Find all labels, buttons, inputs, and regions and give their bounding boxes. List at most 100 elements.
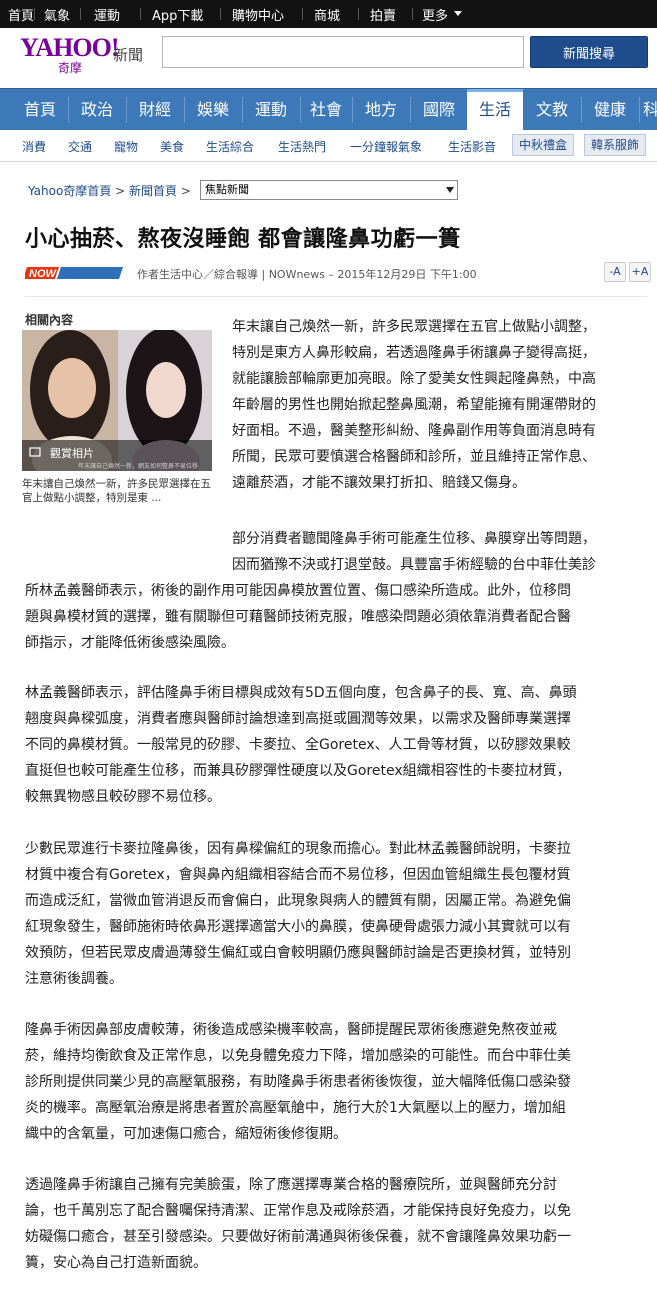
divider xyxy=(184,97,185,123)
divider xyxy=(581,97,582,123)
divider xyxy=(34,8,35,20)
related-photo[interactable]: 觀賞相片 年末讓自己煥然一新，網友如何整鼻不易位移 xyxy=(22,330,212,471)
paragraph-line: 遠離菸酒，才能不讓效果打折扣、賠錢又傷身。 xyxy=(232,475,526,491)
divider xyxy=(25,296,647,297)
paragraph-line: 織中的含氧量，可加速傷口癒合，縮短術後修復期。 xyxy=(25,1126,347,1142)
related-title: 相關內容 xyxy=(25,313,74,327)
paragraph-line: 論，也千萬別忘了配合醫囑保持清潔、正常作息及戒除菸酒，才能保持良好免疫力，以免 xyxy=(25,1203,571,1219)
nav-item-life[interactable]: 生活 xyxy=(467,89,523,130)
paragraph-line: 注意術後調養。 xyxy=(25,971,123,987)
paragraph-line: 翹度與鼻樑弧度，消費者應與醫師討論想達到高挺或圓潤等效果，以需求及醫師專業選擇 xyxy=(25,711,571,727)
chevron-down-icon[interactable] xyxy=(454,11,462,16)
divider xyxy=(300,97,301,123)
search-input[interactable] xyxy=(162,36,524,68)
nav-item-education[interactable]: 文教 xyxy=(525,89,579,130)
paragraph-line: 診所則提供同業少見的高壓氧服務，有助隆鼻手術患者術後恢復，並大幅降低傷口感染發 xyxy=(25,1074,571,1090)
paragraph-line: 林孟義醫師表示，評估隆鼻手術目標與成效有5D五個向度，包含鼻子的長、寬、高、鼻頭 xyxy=(25,685,577,701)
paragraph-line: 年齡層的男性也開始掀起整鼻風潮，希望能擁有開運帶財的 xyxy=(232,397,596,413)
paragraph-line: 直挺但也較可能產生位移，而兼具矽膠彈性硬度以及Goretex組織相容性的卡麥拉材… xyxy=(25,763,571,779)
article-paragraph-5: 隆鼻手術因鼻部皮膚較薄，術後造成感染機率較高，醫師提醒民眾術後應避免熬夜並戒 菸… xyxy=(25,1017,571,1147)
logo-text: YAHOO! xyxy=(20,33,119,62)
article-paragraph-2: 部分消費者聽聞隆鼻手術可能產生位移、鼻膜穿出等問題， 因而猶豫不決或打退堂鼓。具… xyxy=(25,526,596,656)
divider xyxy=(410,97,411,123)
article-paragraph-3: 林孟義醫師表示，評估隆鼻手術目標與成效有5D五個向度，包含鼻子的長、寬、高、鼻頭… xyxy=(25,680,577,810)
category-select-value: 焦點新聞 xyxy=(205,183,249,196)
font-smaller-button[interactable]: -A xyxy=(604,262,626,282)
nav-item-international[interactable]: 國際 xyxy=(412,89,466,130)
category-select[interactable]: 焦點新聞 xyxy=(200,180,458,200)
divider xyxy=(68,97,69,123)
breadcrumb-news[interactable]: 新聞首頁 xyxy=(129,184,177,198)
paragraph-line: 特別是東方人鼻形較扁，若透過隆鼻手術讓鼻子變得高挺， xyxy=(232,345,596,361)
subnav-item-life-general[interactable]: 生活綜合 xyxy=(206,138,254,155)
paragraph-line: 所聞，民眾可要慎選合格醫師和診所，並且維持正常作息、 xyxy=(232,449,596,465)
article-paragraph-1: 年末讓自己煥然一新，許多民眾選擇在五官上做點小調整， 特別是東方人鼻形較扁，若透… xyxy=(232,314,596,496)
breadcrumb-separator: > xyxy=(180,184,191,198)
divider xyxy=(80,8,81,20)
paragraph-line: 簣，安心為自己打造新面貌。 xyxy=(25,1255,207,1271)
topbar-item-weather[interactable]: 氣象 xyxy=(44,5,70,24)
subnav-item-traffic[interactable]: 交通 xyxy=(68,138,92,155)
nav-item-finance[interactable]: 財經 xyxy=(128,89,182,130)
subnav-item-food[interactable]: 美食 xyxy=(160,138,184,155)
sub-nav: 消費 交通 寵物 美食 生活綜合 生活熱門 一分鐘報氣象 生活影音 中秋禮盒 韓… xyxy=(0,130,657,162)
yahoo-logo[interactable]: YAHOO! 奇摩 新聞 xyxy=(20,33,143,75)
divider xyxy=(358,8,359,20)
article-paragraph-4: 少數民眾進行卡麥拉隆鼻後，因有鼻樑偏紅的現象而擔心。對此林孟義醫師說明，卡麥拉 … xyxy=(25,836,571,992)
subnav-item-weather-minute[interactable]: 一分鐘報氣象 xyxy=(350,138,422,155)
topbar-item-home[interactable]: 首頁 xyxy=(8,5,34,24)
paragraph-line: 因而猶豫不決或打退堂鼓。具豐富手術經驗的台中菲仕美診 xyxy=(232,557,596,573)
breadcrumb: Yahoo奇摩首頁 > 新聞首頁 > xyxy=(28,182,191,199)
nownews-logo[interactable]: NOWnews xyxy=(25,264,123,282)
topbar-item-more[interactable]: 更多 xyxy=(422,5,448,24)
subnav-item-consumer[interactable]: 消費 xyxy=(22,138,46,155)
logo-sub: 奇摩 xyxy=(58,61,83,75)
nav-item-sports[interactable]: 運動 xyxy=(244,89,298,130)
subnav-promo-mooncake[interactable]: 中秋禮盒 xyxy=(512,134,575,156)
paragraph-line: 而造成泛紅，當微血管消退反而會偏白，此現象與病人的體質有關，因屬正常。為避免偏 xyxy=(25,893,571,909)
font-larger-button[interactable]: +A xyxy=(629,262,651,282)
breadcrumb-home[interactable]: Yahoo奇摩首頁 xyxy=(28,184,111,198)
paragraph-line: 年末讓自己煥然一新，許多民眾選擇在五官上做點小調整， xyxy=(232,319,596,335)
subnav-promo-korean-fashion[interactable]: 韓系服飾 xyxy=(584,134,647,156)
nav-item-home[interactable]: 首頁 xyxy=(14,89,66,130)
topbar-item-mall[interactable]: 商城 xyxy=(314,5,340,24)
paragraph-line: 師指示，才能降低術後感染風險。 xyxy=(25,635,235,651)
chevron-down-icon xyxy=(446,187,454,193)
paragraph-line: 較無異物感且較矽膠不易位移。 xyxy=(25,789,221,805)
paragraph-line: 就能讓臉部輪廓更加亮眼。除了愛美女性興起隆鼻熱，中高 xyxy=(232,371,596,387)
topbar-item-shopping[interactable]: 購物中心 xyxy=(232,5,284,24)
article-title: 小心抽菸、熬夜沒睡飽 都會讓隆鼻功虧一簣 xyxy=(25,226,461,252)
topbar-item-auction[interactable]: 拍賣 xyxy=(370,5,396,24)
nav-item-local[interactable]: 地方 xyxy=(354,89,408,130)
topbar-item-sports[interactable]: 運動 xyxy=(94,5,120,24)
nav-item-entertainment[interactable]: 娛樂 xyxy=(186,89,240,130)
section-label: 新聞 xyxy=(113,46,144,64)
paragraph-line: 炎的機率。高壓氧治療是將患者置於高壓氧艙中，施行大於1大氣壓以上的壓力，增加組 xyxy=(25,1100,566,1116)
related-caption[interactable]: 年末讓自己煥然一新，許多民眾選擇在五官上做點小調整，特別是東 ... xyxy=(22,477,212,505)
divider xyxy=(220,8,221,20)
nav-item-society[interactable]: 社會 xyxy=(302,89,350,130)
main-nav: 首頁 政治 財經 娛樂 運動 社會 地方 國際 生活 文教 健康 科 xyxy=(0,88,657,130)
paragraph-line: 所林孟義醫師表示，術後的副作用可能因鼻模放置位置、傷口感染所造成。此外，位移問 xyxy=(25,583,571,599)
divider xyxy=(242,97,243,123)
paragraph-line: 部分消費者聽聞隆鼻手術可能產生位移、鼻膜穿出等問題， xyxy=(232,531,596,547)
paragraph-line: 題與鼻模材質的選擇，雖有關聯但可藉醫師技術克服，唯感染問題必須依靠消費者配合醫 xyxy=(25,609,571,625)
topbar-item-app[interactable]: App下載 xyxy=(152,5,203,24)
top-bar: 首頁 氣象 運動 App下載 購物中心 商城 拍賣 更多 xyxy=(0,0,657,28)
nav-item-health[interactable]: 健康 xyxy=(583,89,637,130)
divider xyxy=(302,8,303,20)
article-byline: 作者生活中心／綜合報導 | NOWnews – 2015年12月29日 下午1:… xyxy=(137,268,477,281)
subnav-item-life-video[interactable]: 生活影音 xyxy=(448,138,496,155)
nav-item-tech[interactable]: 科 xyxy=(643,89,657,130)
search-button[interactable]: 新聞搜尋 xyxy=(530,36,648,68)
paragraph-line: 少數民眾進行卡麥拉隆鼻後，因有鼻樑偏紅的現象而擔心。對此林孟義醫師說明，卡麥拉 xyxy=(25,841,571,857)
subnav-item-life-hot[interactable]: 生活熱門 xyxy=(278,138,326,155)
paragraph-line: 好面相。不過，醫美整形糾紛、隆鼻副作用等負面消息時有 xyxy=(232,423,596,439)
divider xyxy=(639,97,640,123)
paragraph-line: 菸，維持均衡飲食及正常作息，以免身體免疫力下降，增加感染的可能性。而台中菲仕美 xyxy=(25,1048,571,1064)
subnav-item-pets[interactable]: 寵物 xyxy=(114,138,138,155)
nav-item-politics[interactable]: 政治 xyxy=(70,89,124,130)
divider xyxy=(412,8,413,20)
paragraph-line: 隆鼻手術因鼻部皮膚較薄，術後造成感染機率較高，醫師提醒民眾術後應避免熬夜並戒 xyxy=(25,1022,557,1038)
